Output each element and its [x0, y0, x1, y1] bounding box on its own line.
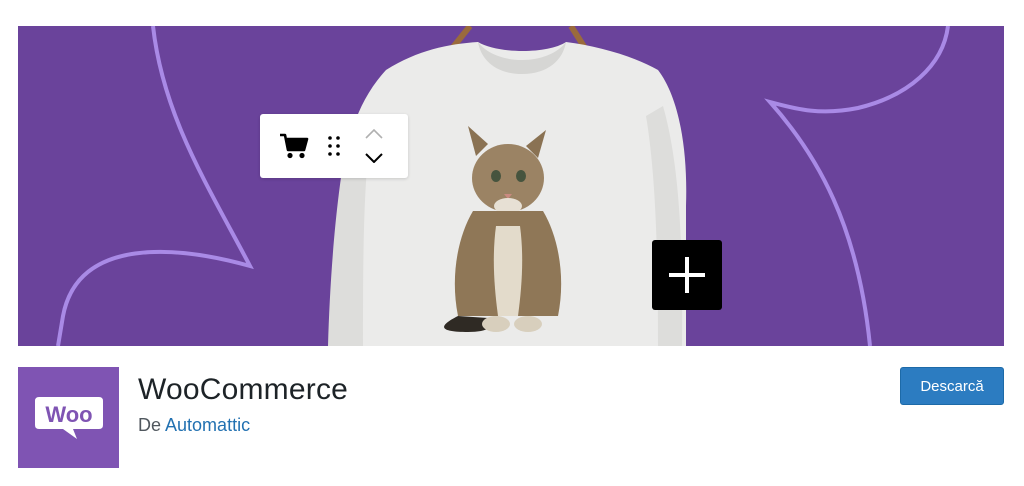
plugin-logo[interactable]: Woo — [18, 367, 119, 468]
add-block-button[interactable] — [652, 240, 722, 310]
sweater-product-image — [328, 26, 687, 346]
plus-icon — [669, 257, 705, 293]
move-down-button[interactable] — [362, 150, 386, 166]
download-button[interactable]: Descarcă — [900, 367, 1004, 405]
plugin-title: WooCommerce — [138, 373, 349, 406]
logo-text: Woo — [45, 402, 92, 427]
drag-handle-button[interactable] — [324, 132, 344, 160]
byline-prefix: De — [138, 415, 162, 435]
cart-button[interactable] — [276, 128, 312, 164]
chevron-down-icon — [365, 153, 383, 163]
woo-logo-icon: Woo — [34, 396, 103, 439]
move-up-button[interactable] — [362, 126, 386, 142]
block-toolbar — [260, 114, 408, 178]
plugin-info-row: Woo WooCommerce De Automattic Descarcă — [18, 367, 1004, 469]
author-link[interactable]: Automattic — [165, 415, 250, 435]
plugin-byline: De Automattic — [138, 415, 250, 436]
plugin-banner — [18, 26, 1004, 346]
cart-icon — [280, 133, 309, 159]
chevron-up-icon — [365, 129, 383, 139]
drag-handle-icon — [328, 136, 340, 156]
